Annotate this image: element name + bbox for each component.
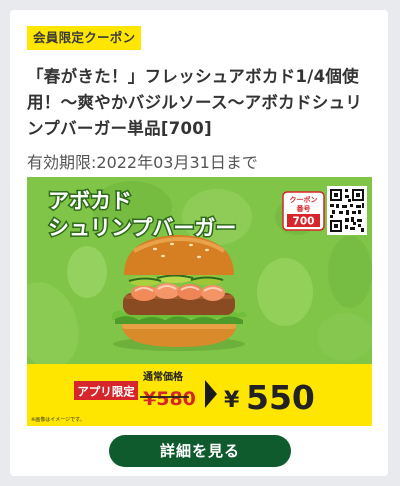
- expiration-date: 有効期限:2022年03月31日まで: [27, 153, 258, 172]
- coupon-label-line-2: 番号: [296, 204, 311, 213]
- coupon-label-line-1: クーポン: [290, 195, 318, 204]
- app-only-label: アプリ限定: [77, 385, 135, 399]
- qr-code[interactable]: [327, 186, 367, 235]
- regular-price-label: 通常価格: [143, 370, 184, 383]
- price-bar: アプリ限定 通常価格 ¥580 ¥ 550 ※画像はイメージです。: [27, 364, 372, 426]
- product-name-line-1: アボカド: [48, 189, 132, 213]
- coupon-card[interactable]: 会員限定クーポン 「春がきた！」フレッシュアボカド1/4個使用！〜爽やかバジルソ…: [10, 10, 388, 476]
- regular-price: ¥580: [143, 388, 196, 410]
- coupon-number: 700: [293, 216, 315, 228]
- view-details-button[interactable]: 詳細を見る: [109, 435, 291, 467]
- sale-price-yen: ¥: [224, 388, 240, 413]
- coupon-title: 「春がきた！」フレッシュアボカド1/4個使用！〜爽やかバジルソース〜アボカドシュ…: [27, 67, 363, 138]
- sale-price: 550: [246, 378, 315, 417]
- image-disclaimer: ※画像はイメージです。: [31, 416, 85, 423]
- coupon-banner-image: アボカド シュリンプバーガー クーポン 番号 700 アプリ限定 通常価格 ¥5…: [27, 177, 372, 426]
- members-only-badge: 会員限定クーポン: [27, 26, 142, 50]
- burger-illustration: [112, 235, 247, 351]
- coupon-number-tag: クーポン 番号 700: [282, 191, 325, 231]
- product-name-line-2: シュリンプバーガー: [48, 216, 236, 240]
